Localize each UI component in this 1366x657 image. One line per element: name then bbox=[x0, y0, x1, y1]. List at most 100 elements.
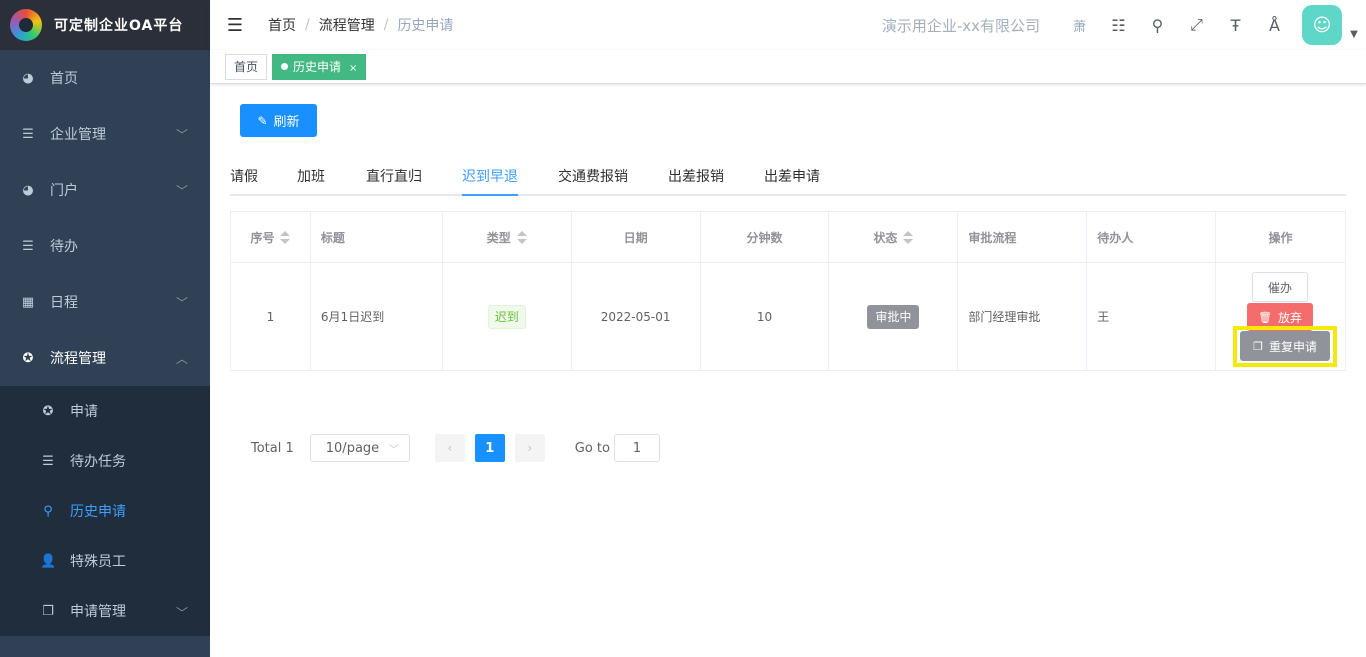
caret-down-icon[interactable]: ▼ bbox=[1342, 29, 1366, 40]
goto-value: 1 bbox=[632, 440, 642, 456]
sidebar-item-process[interactable]: ✪ 流程管理 ︿ bbox=[0, 330, 210, 386]
search-icon[interactable]: ⚲ bbox=[1138, 0, 1177, 50]
tab-transport-expense[interactable]: 交通费报销 bbox=[558, 164, 628, 196]
user-name-label: 萧 bbox=[1072, 19, 1086, 35]
column-header-label: 状态 bbox=[873, 230, 898, 245]
cell-status: 审批中 bbox=[828, 262, 959, 371]
tab-travel-request[interactable]: 出差申请 bbox=[764, 164, 820, 196]
breadcrumb-home[interactable]: 首页 bbox=[268, 15, 296, 35]
chevron-up-icon: ︿ bbox=[175, 352, 188, 366]
page-size-select[interactable]: 10/page ﹀ bbox=[309, 434, 410, 462]
abandon-button[interactable]: 🗑 放弃 bbox=[1247, 303, 1314, 331]
urge-label: 催办 bbox=[1268, 280, 1293, 295]
sidebar-subitem-history[interactable]: ⚲ 历史申请 bbox=[0, 486, 210, 536]
lifebuoy-icon: ✪ bbox=[42, 403, 54, 419]
column-header-type[interactable]: 类型 bbox=[441, 211, 572, 263]
fullscreen-icon[interactable]: ⤢ bbox=[1177, 0, 1216, 50]
list-icon: ☰ bbox=[22, 126, 34, 142]
refresh-button[interactable]: ✎ 刷新 bbox=[240, 104, 317, 137]
sidebar-item-home[interactable]: ◕ 首页 bbox=[0, 50, 210, 106]
user-icon: 👤 bbox=[40, 553, 57, 569]
sort-icon[interactable] bbox=[516, 231, 527, 245]
tag-current[interactable]: 历史申请 × bbox=[272, 54, 367, 80]
dashboard-icon: ◕ bbox=[22, 182, 34, 198]
font-size-icon[interactable]: Ŧ bbox=[1216, 0, 1255, 50]
tab-overtime[interactable]: 加班 bbox=[297, 164, 325, 196]
prev-page-button[interactable]: ‹ bbox=[434, 434, 465, 462]
urge-button[interactable]: 催办 bbox=[1252, 272, 1309, 302]
menu-list-icon[interactable]: ☷ bbox=[1099, 0, 1138, 50]
tag-label: 历史申请 bbox=[293, 60, 342, 74]
goto-label: Go to bbox=[574, 440, 610, 456]
translate-icon[interactable]: Å bbox=[1255, 0, 1294, 50]
chevron-down-icon: ﹀ bbox=[175, 184, 188, 198]
copy-icon: ❐ bbox=[1253, 339, 1263, 353]
abandon-label: 放弃 bbox=[1278, 310, 1303, 325]
sidebar-item-schedule[interactable]: ▦ 日程 ﹀ bbox=[0, 274, 210, 330]
column-header-label: 操作 bbox=[1268, 230, 1293, 245]
cell-title: 6月1日迟到 bbox=[309, 262, 443, 371]
trash-icon: 🗑 bbox=[1258, 310, 1273, 324]
sidebar-item-todo[interactable]: ☰ 待办 bbox=[0, 218, 210, 274]
process-submenu: ✪ 申请 ☰ 待办任务 ⚲ 历史申请 👤 特殊员工 ❐ 申请管理 ﹀ bbox=[0, 386, 210, 636]
sidebar-subitem-apply[interactable]: ✪ 申请 bbox=[0, 386, 210, 436]
sidebar-subitem-apply-manage[interactable]: ❐ 申请管理 ﹀ bbox=[0, 586, 210, 636]
navbar-right: 演示用企业-xx有限公司 萧 ☷ ⚲ ⤢ Ŧ Å ☺ ▼ bbox=[882, 0, 1366, 50]
column-header-index[interactable]: 序号 bbox=[230, 211, 311, 263]
sidebar-item-enterprise[interactable]: ☰ 企业管理 ﹀ bbox=[0, 106, 210, 162]
sidebar-item-label: 申请 bbox=[70, 404, 98, 420]
page-number-button[interactable]: 1 bbox=[474, 434, 505, 462]
chevron-down-icon: ﹀ bbox=[175, 296, 188, 310]
avatar[interactable]: ☺ bbox=[1302, 5, 1342, 45]
sidebar: 可定制企业OA平台 ◕ 首页 ☰ 企业管理 ﹀ ◕ 门户 ﹀ ☰ 待办 ▦ 日程… bbox=[0, 0, 210, 657]
page-size-value: 10/page bbox=[325, 440, 380, 456]
cell-flow: 部门经理审批 bbox=[957, 262, 1088, 371]
reapply-button[interactable]: ❐ 重复申请 bbox=[1240, 331, 1331, 361]
navbar: ☰ 首页 / 流程管理 / 历史申请 演示用企业-xx有限公司 萧 ☷ ⚲ ⤢ … bbox=[210, 0, 1366, 50]
sort-icon[interactable] bbox=[280, 231, 291, 245]
refresh-label: 刷新 bbox=[273, 115, 300, 130]
sidebar-item-label: 待办 bbox=[50, 239, 78, 255]
cell-assignee: 王 bbox=[1086, 262, 1217, 371]
breadcrumb-separator: / bbox=[383, 17, 389, 33]
chevron-down-icon: ﹀ bbox=[175, 606, 188, 620]
lifebuoy-icon: ✪ bbox=[22, 350, 34, 366]
tab-late-early[interactable]: 迟到早退 bbox=[462, 164, 518, 196]
app-title: 可定制企业OA平台 bbox=[54, 18, 184, 34]
tab-travel-expense[interactable]: 出差报销 bbox=[668, 164, 724, 196]
tag-home[interactable]: 首页 bbox=[225, 54, 268, 80]
goto-input[interactable]: 1 bbox=[613, 434, 660, 462]
list-icon: ☰ bbox=[22, 238, 34, 254]
sidebar-item-label: 门户 bbox=[50, 183, 78, 199]
hamburger-icon[interactable]: ☰ bbox=[210, 0, 260, 50]
next-page-button[interactable]: › bbox=[514, 434, 545, 462]
breadcrumb: 首页 / 流程管理 / 历史申请 bbox=[268, 15, 453, 35]
pagination-total: Total 1 bbox=[251, 440, 294, 456]
sidebar-subitem-todo-tasks[interactable]: ☰ 待办任务 bbox=[0, 436, 210, 486]
column-header-status[interactable]: 状态 bbox=[828, 211, 959, 263]
sidebar-subitem-special-staff[interactable]: 👤 特殊员工 bbox=[0, 536, 210, 586]
dashboard-icon: ◕ bbox=[22, 70, 34, 86]
sidebar-item-label: 企业管理 bbox=[50, 127, 106, 143]
sidebar-item-label: 历史申请 bbox=[70, 504, 126, 520]
search-icon: ⚲ bbox=[43, 503, 53, 519]
copy-icon: ❐ bbox=[42, 603, 54, 619]
breadcrumb-current: 历史申请 bbox=[397, 18, 454, 34]
cell-type: 迟到 bbox=[441, 262, 572, 371]
sidebar-item-label: 待办任务 bbox=[70, 454, 126, 470]
sidebar-item-label: 首页 bbox=[50, 71, 78, 87]
column-header-minutes: 分钟数 bbox=[699, 211, 830, 263]
close-icon[interactable]: × bbox=[349, 63, 357, 74]
sort-icon[interactable] bbox=[903, 231, 914, 245]
breadcrumb-process[interactable]: 流程管理 bbox=[319, 15, 375, 35]
sidebar-item-portal[interactable]: ◕ 门户 ﹀ bbox=[0, 162, 210, 218]
column-header-label: 分钟数 bbox=[746, 230, 783, 245]
column-header-label: 待办人 bbox=[1097, 230, 1134, 245]
chevron-down-icon: ﹀ bbox=[175, 128, 188, 142]
column-header-assignee: 待办人 bbox=[1086, 211, 1217, 263]
tab-direct-trip[interactable]: 直行直归 bbox=[366, 164, 422, 196]
column-header-actions: 操作 bbox=[1215, 211, 1346, 263]
tag-dot bbox=[281, 63, 288, 70]
company-name: 演示用企业-xx有限公司 bbox=[881, 16, 1040, 35]
tab-leave[interactable]: 请假 bbox=[230, 164, 258, 196]
